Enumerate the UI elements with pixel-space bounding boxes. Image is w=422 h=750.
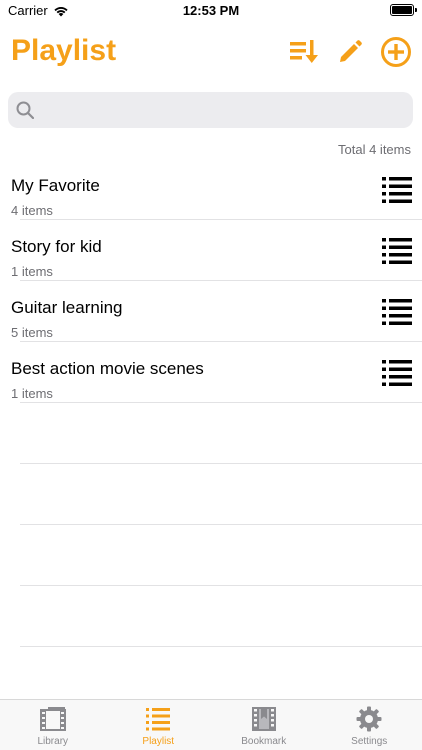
- row-separator: [20, 646, 422, 647]
- playlist-title: Story for kid: [11, 237, 102, 256]
- tab-settings[interactable]: Settings: [317, 700, 422, 750]
- edit-button[interactable]: [334, 36, 366, 68]
- search-bar[interactable]: [8, 92, 413, 128]
- search-icon: [16, 101, 34, 119]
- playlist-item-count: 5 items: [11, 325, 53, 340]
- sort-button[interactable]: [288, 36, 320, 68]
- playlist-title: Guitar learning: [11, 298, 123, 317]
- add-icon: [381, 37, 411, 67]
- battery-icon: [390, 4, 417, 16]
- empty-row: [0, 403, 422, 464]
- navigation-header: Playlist: [0, 30, 422, 80]
- playlist-row[interactable]: Story for kid 1 items: [0, 220, 422, 281]
- status-bar: Carrier 12:53 PM: [0, 0, 422, 24]
- bookmark-icon: [251, 707, 276, 731]
- playlist-title: My Favorite: [11, 176, 100, 195]
- sort-icon: [290, 40, 318, 63]
- tab-bookmark[interactable]: Bookmark: [211, 700, 317, 750]
- empty-row: [0, 586, 422, 647]
- search-input[interactable]: [40, 101, 400, 119]
- add-playlist-button[interactable]: [380, 36, 412, 68]
- empty-row: [0, 525, 422, 586]
- page-title: Playlist: [11, 34, 117, 67]
- list-menu-icon[interactable]: [382, 237, 412, 265]
- playlist-row[interactable]: My Favorite 4 items: [0, 159, 422, 220]
- tab-label: Settings: [351, 736, 388, 747]
- total-items-count: Total 4 items: [338, 142, 411, 157]
- library-icon: [39, 707, 66, 731]
- playlist-row[interactable]: Best action movie scenes 1 items: [0, 342, 422, 403]
- playlist-title: Best action movie scenes: [11, 359, 204, 378]
- empty-row: [0, 464, 422, 525]
- playlist-item-count: 4 items: [11, 203, 53, 218]
- playlist-item-count: 1 items: [11, 264, 53, 279]
- playlist-item-count: 1 items: [11, 386, 53, 401]
- tab-library[interactable]: Library: [0, 700, 106, 750]
- tab-label: Bookmark: [241, 736, 287, 747]
- playlist-row[interactable]: Guitar learning 5 items: [0, 281, 422, 342]
- settings-icon: [356, 706, 382, 732]
- tab-label: Library: [37, 736, 69, 747]
- list-menu-icon[interactable]: [382, 298, 412, 326]
- list-menu-icon[interactable]: [382, 359, 412, 387]
- header-actions: [288, 36, 412, 68]
- tab-label: Playlist: [142, 736, 175, 747]
- tab-playlist[interactable]: Playlist: [106, 700, 212, 750]
- status-time: 12:53 PM: [182, 3, 240, 18]
- list-menu-icon[interactable]: [382, 176, 412, 204]
- edit-icon: [340, 40, 362, 62]
- playlist-list: My Favorite 4 items Story for kid 1 item…: [0, 159, 422, 647]
- tab-bar: Library Playlist Bookmark Settings: [0, 699, 422, 750]
- playlist-icon: [146, 708, 171, 731]
